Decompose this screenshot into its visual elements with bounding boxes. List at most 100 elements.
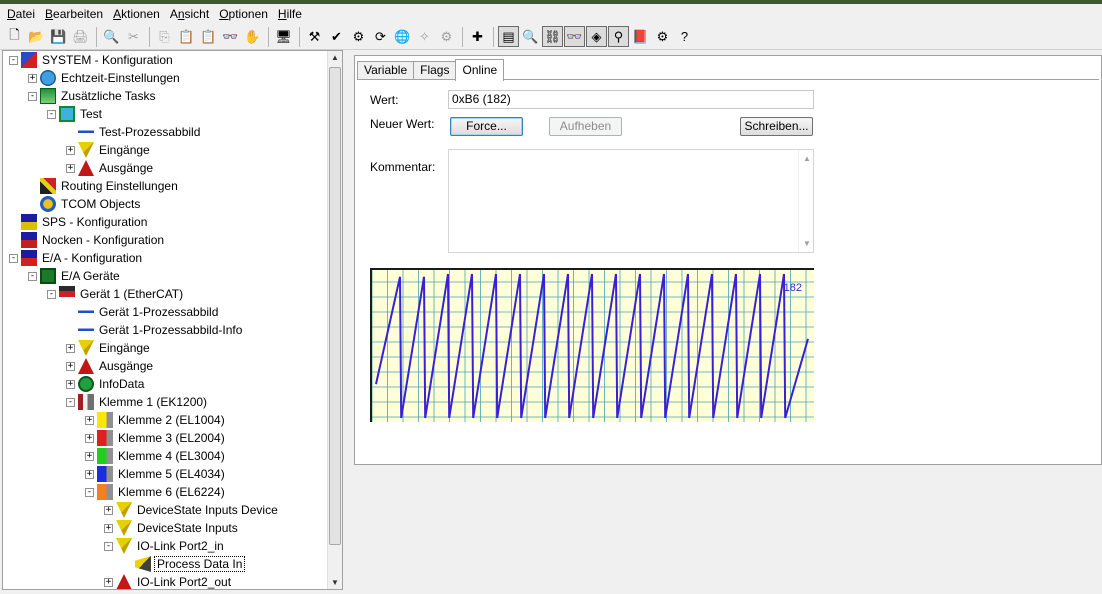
tree-item-label[interactable]: Klemme 2 (EL1004) (116, 413, 227, 427)
tree-item-label[interactable]: Gerät 1-Prozessabbild (97, 305, 220, 319)
scrollbar-thumb[interactable] (329, 67, 341, 545)
tree-item-label[interactable]: IO-Link Port2_out (135, 575, 233, 589)
collapse-icon[interactable]: - (9, 55, 18, 65)
expand-icon[interactable]: + (85, 469, 94, 479)
tree-item[interactable]: Gerät 1-Prozessabbild (66, 303, 220, 321)
tree-item-label[interactable]: SYSTEM - Konfiguration (40, 53, 175, 67)
settings-icon[interactable]: ⚙ (652, 26, 673, 47)
find-icon[interactable]: 👓 (220, 26, 241, 47)
menu-bearbeiten[interactable]: Bearbeiten (40, 5, 108, 23)
check-icon[interactable]: ✔ (326, 26, 347, 47)
tree-item[interactable]: Routing Einstellungen (28, 177, 180, 195)
hand-icon[interactable]: ✋ (242, 26, 263, 47)
scroll-down-icon[interactable]: ▼ (803, 239, 811, 248)
menu-hilfe[interactable]: Hilfe (273, 5, 307, 23)
menu-optionen[interactable]: Optionen (214, 5, 273, 23)
book-icon[interactable]: 📕 (630, 26, 651, 47)
tree-item-label[interactable]: Process Data In (154, 556, 246, 572)
tree-item[interactable]: Process Data In (123, 555, 246, 573)
monitor-icon[interactable]: 🖥 (273, 26, 294, 47)
collapse-icon[interactable]: - (28, 271, 37, 281)
tree-item-label[interactable]: Zusätzliche Tasks (59, 89, 157, 103)
menu-ansicht[interactable]: Ansicht (165, 5, 214, 23)
tree-item[interactable]: + Klemme 3 (EL2004) (85, 429, 227, 447)
menu-aktionen[interactable]: Aktionen (108, 5, 165, 23)
tree-item-label[interactable]: E/A - Konfiguration (40, 251, 144, 265)
tree-item[interactable]: - IO-Link Port2_in (104, 537, 226, 555)
expand-icon[interactable]: + (28, 73, 37, 83)
expand-icon[interactable]: + (66, 145, 75, 155)
globe-icon[interactable]: 🌐 (392, 26, 413, 47)
tree-item-label[interactable]: Klemme 3 (EL2004) (116, 431, 227, 445)
expand-icon[interactable]: + (85, 451, 94, 461)
tree-item[interactable]: - Gerät 1 (EtherCAT) (47, 285, 185, 303)
tree-item[interactable]: + Klemme 2 (EL1004) (85, 411, 227, 429)
tree-item-label[interactable]: Nocken - Konfiguration (40, 233, 166, 247)
tree-item-label[interactable]: SPS - Konfiguration (40, 215, 149, 229)
tree-item[interactable]: - Test (47, 105, 104, 123)
expand-icon[interactable]: + (85, 415, 94, 425)
tree-item-label[interactable]: InfoData (97, 377, 146, 391)
tree-item[interactable]: - E/A - Konfiguration (9, 249, 144, 267)
expand-icon[interactable]: + (66, 163, 75, 173)
tree-item[interactable]: Nocken - Konfiguration (9, 231, 166, 249)
save-icon[interactable]: 💾 (48, 26, 69, 47)
print-icon[interactable]: 🖨 (70, 26, 91, 47)
tree-item-label[interactable]: Echtzeit-Einstellungen (59, 71, 182, 85)
paste-icon[interactable]: 📋 (176, 26, 197, 47)
expand-icon[interactable]: + (104, 577, 113, 587)
build-icon[interactable]: ⚒ (304, 26, 325, 47)
online-icon[interactable]: ◈ (586, 26, 607, 47)
tree-item[interactable]: - E/A Geräte (28, 267, 122, 285)
tree-item[interactable]: + DeviceState Inputs Device (104, 501, 280, 519)
tree-item-label[interactable]: Klemme 1 (EK1200) (97, 395, 209, 409)
tree-item-label[interactable]: DeviceState Inputs (135, 521, 240, 535)
tree-item[interactable]: - Zusätzliche Tasks (28, 87, 157, 105)
add-icon[interactable]: ✚ (467, 26, 488, 47)
tree-item-label[interactable]: Klemme 4 (EL3004) (116, 449, 227, 463)
tree-item[interactable]: + Eingänge (66, 339, 152, 357)
copy-icon[interactable]: ⎘ (154, 26, 175, 47)
tree-item-label[interactable]: E/A Geräte (59, 269, 122, 283)
comment-scrollbar[interactable]: ▲ ▼ (798, 150, 813, 252)
tree-item[interactable]: TCOM Objects (28, 195, 142, 213)
scroll-up-icon[interactable]: ▲ (803, 154, 811, 163)
tree-item[interactable]: - SYSTEM - Konfiguration (9, 51, 175, 69)
zoom-icon[interactable]: 🔍 (520, 26, 541, 47)
tree-scrollbar[interactable]: ▲ ▼ (327, 51, 342, 589)
expand-icon[interactable]: + (66, 343, 75, 353)
tree-item-label[interactable]: Ausgänge (97, 359, 155, 373)
expand-icon[interactable]: + (104, 523, 113, 533)
tree-item-label[interactable]: Routing Einstellungen (59, 179, 180, 193)
activate-icon[interactable]: ⚙ (348, 26, 369, 47)
tab-variable[interactable]: Variable (357, 61, 415, 80)
cut-icon[interactable]: ✂ (123, 26, 144, 47)
tree-item[interactable]: SPS - Konfiguration (9, 213, 149, 231)
tree-item[interactable]: Gerät 1-Prozessabbild-Info (66, 321, 244, 339)
expand-icon[interactable]: + (85, 433, 94, 443)
paste-special-icon[interactable]: 📋 (198, 26, 219, 47)
tree-item[interactable]: + DeviceState Inputs (104, 519, 240, 537)
expand-icon[interactable]: + (66, 379, 75, 389)
collapse-icon[interactable]: - (9, 253, 18, 263)
tree-item-label[interactable]: Test (78, 107, 104, 121)
tree-item[interactable]: - Klemme 1 (EK1200) (66, 393, 209, 411)
tree-item-label[interactable]: Gerät 1-Prozessabbild-Info (97, 323, 244, 337)
tree-item[interactable]: + Ausgänge (66, 357, 155, 375)
tree-item-label[interactable]: Klemme 5 (EL4034) (116, 467, 227, 481)
tree-item-label[interactable]: IO-Link Port2_in (135, 539, 226, 553)
tree-item-label[interactable]: Eingänge (97, 341, 152, 355)
expand-icon[interactable]: + (66, 361, 75, 371)
collapse-icon[interactable]: - (66, 397, 75, 407)
collapse-icon[interactable]: - (28, 91, 37, 101)
tree-item[interactable]: Test-Prozessabbild (66, 123, 202, 141)
tree-item[interactable]: - Klemme 6 (EL6224) (85, 483, 227, 501)
new-icon[interactable]: 🗋 (4, 26, 25, 47)
tree-item-label[interactable]: Klemme 6 (EL6224) (116, 485, 227, 499)
tab-flags[interactable]: Flags (413, 61, 457, 80)
write-button[interactable]: Schreiben... (740, 117, 813, 136)
tab-online[interactable]: Online (455, 59, 505, 81)
scroll-down-icon[interactable]: ▼ (331, 578, 339, 587)
collapse-icon[interactable]: - (47, 289, 56, 299)
link-icon[interactable]: ⛓ (542, 26, 563, 47)
